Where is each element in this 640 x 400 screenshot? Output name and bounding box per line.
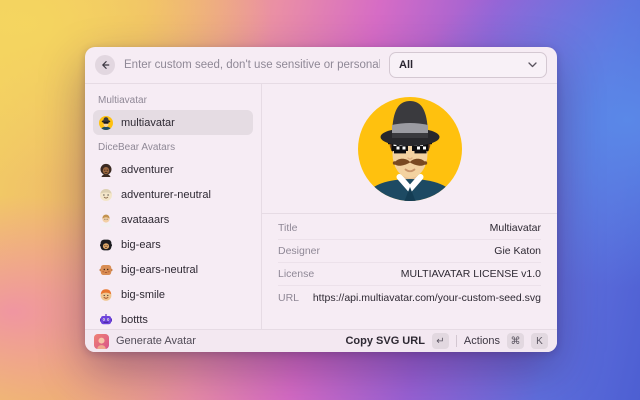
arrow-left-icon	[99, 59, 111, 71]
meta-value: MULTIAVATAR LICENSE v1.0	[401, 268, 541, 280]
footer-divider	[456, 335, 457, 347]
sidebar-item-label: adventurer-neutral	[121, 189, 211, 201]
sidebar-item-label: bottts	[121, 314, 148, 326]
detail-panel: Title Multiavatar Designer Gie Katon Lic…	[262, 84, 557, 329]
k-key-icon: K	[531, 333, 548, 349]
sidebar-item-label: adventurer	[121, 164, 174, 176]
command-key-icon: ⌘	[507, 333, 524, 349]
sidebar-item-big-smile[interactable]: big-smile	[93, 282, 253, 307]
sidebar-item-big-ears-neutral[interactable]: big-ears-neutral	[93, 257, 253, 282]
bottts-icon	[99, 313, 113, 327]
meta-label: License	[278, 268, 314, 280]
big-ears-neutral-icon	[99, 263, 113, 277]
return-key-icon: ↵	[432, 333, 449, 349]
sidebar-item-label: big-ears-neutral	[121, 264, 198, 276]
search-bar: All	[85, 47, 557, 84]
big-smile-icon	[99, 288, 113, 302]
sidebar-item-bottts[interactable]: bottts	[93, 307, 253, 329]
meta-value: Gie Katon	[494, 245, 541, 257]
avatar-preview-pane	[262, 84, 557, 214]
meta-label: Title	[278, 222, 297, 234]
action-bar: Generate Avatar Copy SVG URL ↵ Actions ⌘…	[85, 329, 557, 352]
metadata-table: Title Multiavatar Designer Gie Katon Lic…	[262, 214, 557, 309]
meta-row-title: Title Multiavatar	[278, 217, 541, 240]
app-window: All Multiavatar	[85, 47, 557, 352]
avataaars-icon	[99, 213, 113, 227]
sidebar-item-label: big-ears	[121, 239, 161, 251]
meta-label: Designer	[278, 245, 320, 257]
filter-dropdown[interactable]: All	[389, 52, 547, 78]
sidebar-item-multiavatar[interactable]: multiavatar	[93, 110, 253, 135]
sidebar-item-adventurer[interactable]: adventurer	[93, 157, 253, 182]
sidebar-section-title: Multiavatar	[98, 95, 248, 106]
meta-row-url: URL https://api.multiavatar.com/your-cus…	[278, 286, 541, 309]
actions-menu-button[interactable]: Actions	[464, 335, 500, 347]
meta-value: Multiavatar	[490, 222, 541, 234]
sidebar-section-title: DiceBear Avatars	[98, 142, 248, 153]
sidebar-item-label: avataaars	[121, 214, 169, 226]
sidebar-item-label: big-smile	[121, 289, 165, 301]
generate-avatar-app-icon	[94, 334, 109, 349]
adventurer-icon	[99, 163, 113, 177]
sidebar-item-adventurer-neutral[interactable]: adventurer-neutral	[93, 182, 253, 207]
filter-selected-value: All	[399, 59, 413, 71]
back-button[interactable]	[95, 55, 115, 75]
meta-label: URL	[278, 292, 299, 304]
multiavatar-preview-image	[358, 97, 462, 201]
adventurer-neutral-icon	[99, 188, 113, 202]
search-input[interactable]	[124, 59, 380, 71]
meta-row-license: License MULTIAVATAR LICENSE v1.0	[278, 263, 541, 286]
command-title: Generate Avatar	[116, 335, 196, 347]
multiavatar-icon	[99, 116, 113, 130]
copy-svg-url-button[interactable]: Copy SVG URL	[345, 335, 424, 347]
meta-row-designer: Designer Gie Katon	[278, 240, 541, 263]
sidebar-item-avataaars[interactable]: avataaars	[93, 207, 253, 232]
sidebar-item-label: multiavatar	[121, 117, 175, 129]
big-ears-icon	[99, 238, 113, 252]
sidebar-item-big-ears[interactable]: big-ears	[93, 232, 253, 257]
chevron-down-icon	[528, 62, 537, 68]
style-sidebar: Multiavatar multi	[85, 84, 262, 329]
meta-value: https://api.multiavatar.com/your-custom-…	[313, 292, 541, 304]
